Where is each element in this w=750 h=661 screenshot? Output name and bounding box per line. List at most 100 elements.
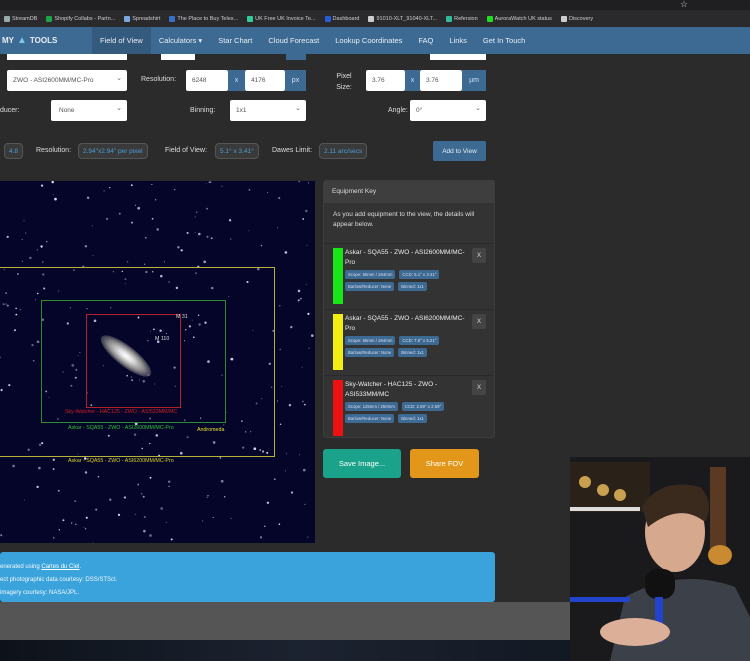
nav-faq[interactable]: FAQ [410,27,441,54]
bookmark-label: AuroraWatch UK status [494,15,552,22]
binned-tag: Binned: 1x1 [398,414,427,423]
star-mark [304,503,306,506]
star-mark [46,240,48,243]
res-w-value: 6248 [192,77,207,84]
sky-map[interactable]: M 31 M 110 Sky-Watcher - HAC125 - ZWO - … [0,181,315,543]
star-mark [170,538,173,541]
pixel-height-input[interactable]: 3.76 [420,70,462,91]
bookmark-item[interactable]: UK Free UK Invoice Te... [247,15,316,22]
nav-links[interactable]: Links [441,27,475,54]
pixel-width-input[interactable]: 3.76 [366,70,405,91]
remove-equipment-button[interactable]: X [472,380,486,395]
bookmark-item[interactable]: Dashboard [324,15,359,22]
star-mark [180,249,183,252]
credit-line-1: enerated using Cartes du Ciel. [0,561,495,574]
reducer-tag: Barlow/Reducer: None [345,282,395,291]
star-mark [276,400,279,402]
equipment-name: Askar - SQA55 - ZWO - ASI2600MM/MC-Pro [345,249,465,266]
binning-value: 1x1 [236,107,247,114]
bookmark-item[interactable]: Refersion [446,15,478,22]
star-mark [51,181,54,184]
star-mark [130,184,133,187]
add-to-view-button[interactable]: Add to View [433,141,486,161]
star-mark [23,499,25,501]
bookmark-item[interactable]: StreamDB [4,15,37,22]
cartes-du-ciel-link[interactable]: Cartes du Ciel [41,564,79,570]
bookmark-item[interactable]: Discovery [560,15,593,22]
star-mark [300,297,302,300]
brand-text-right: TOOLS [29,36,58,45]
pixel-size-label: Pixel Size: [336,73,352,91]
telescope-select[interactable] [7,54,127,60]
brand-logo[interactable]: MY ▲ TOOLS [0,35,92,46]
nav-lookup-coordinates[interactable]: Lookup Coordinates [327,27,410,54]
fov-badge: 5.1° x 3.41° [215,143,259,159]
pix-w-value: 3.76 [372,77,385,84]
browser-title-bar: ☆ [0,0,750,10]
nav-cloud-forecast[interactable]: Cloud Forecast [260,27,327,54]
star-mark [137,483,140,486]
bookmark-item[interactable]: AuroraWatch UK status [486,15,552,22]
resolution-height-input[interactable]: 4176 [245,70,285,91]
credit-suffix: . [79,564,82,570]
reducer-select[interactable]: None [51,100,127,121]
nav-get-in-touch[interactable]: Get In Touch [475,27,533,54]
star-mark [208,181,211,183]
star-mark [142,495,145,498]
um-addon: µm [462,70,486,91]
star-mark [84,527,87,530]
star-mark [131,221,133,224]
bookmark-item[interactable]: Shopify Collabs - Partn... [46,15,116,22]
save-image-button[interactable]: Save Image... [323,449,401,478]
nav-star-chart[interactable]: Star Chart [210,27,260,54]
reducer-label: ducer: [0,107,20,114]
star-mark [52,458,55,461]
star-mark [92,254,94,256]
fov-label: Field of View: [165,147,207,154]
binned-tag: Binned: 1x1 [398,348,427,357]
star-mark [109,498,112,501]
bookmark-label: Shopify Collabs - Partn... [54,15,116,22]
star-mark [307,536,309,538]
star-mark [143,515,146,519]
star-mark [194,216,196,218]
nav-field-of-view[interactable]: Field of View [92,27,151,54]
bookmark-favicon-icon [124,15,131,22]
bookmark-item[interactable]: The Place to Buy Teles... [169,15,238,22]
star-mark [308,347,310,349]
m110-label: M 110 [155,336,170,342]
star-mark [83,526,85,528]
star-mark [21,239,23,240]
star-mark [285,453,287,455]
remove-equipment-button[interactable]: X [472,314,486,329]
brand-text-left: MY [2,36,14,45]
equipment-color-swatch [333,380,343,436]
webcam-person-image [570,457,750,661]
star-mark [203,260,207,264]
star-mark [278,197,281,200]
focal-input[interactable] [161,54,195,60]
star-mark [165,521,167,523]
star-mark [168,485,170,488]
star-mark [137,206,141,210]
share-fov-button[interactable]: Share FOV [410,449,479,478]
bookmark-star-icon[interactable]: ☆ [680,0,688,10]
dawes-badge: 2.11 arc/secs [319,143,368,159]
angle-select[interactable]: 0° [410,100,486,121]
ccd-tag: CCD: 7.8° x 5.21° [399,336,440,345]
bookmark-item[interactable]: 91010-XLT_91040-XLT... [368,15,437,22]
camera-select[interactable]: ZWO - ASI2600MM/MC-Pro [7,70,127,91]
aperture-input[interactable] [430,54,486,60]
star-mark [288,404,292,407]
resolution-label: Resolution: [141,76,177,83]
bookmark-item[interactable]: Spreadshirt [124,15,160,22]
ccd-tag: CCD: 5.1° x 3.41° [399,270,440,279]
star-mark [298,181,300,183]
star-mark [57,489,60,492]
resolution-width-input[interactable]: 6248 [186,70,228,91]
nav-calculators[interactable]: Calculators ▾ [151,27,210,54]
star-mark [279,423,282,426]
bookmark-favicon-icon [169,15,176,22]
binning-select[interactable]: 1x1 [230,100,306,121]
remove-equipment-button[interactable]: X [472,248,486,263]
